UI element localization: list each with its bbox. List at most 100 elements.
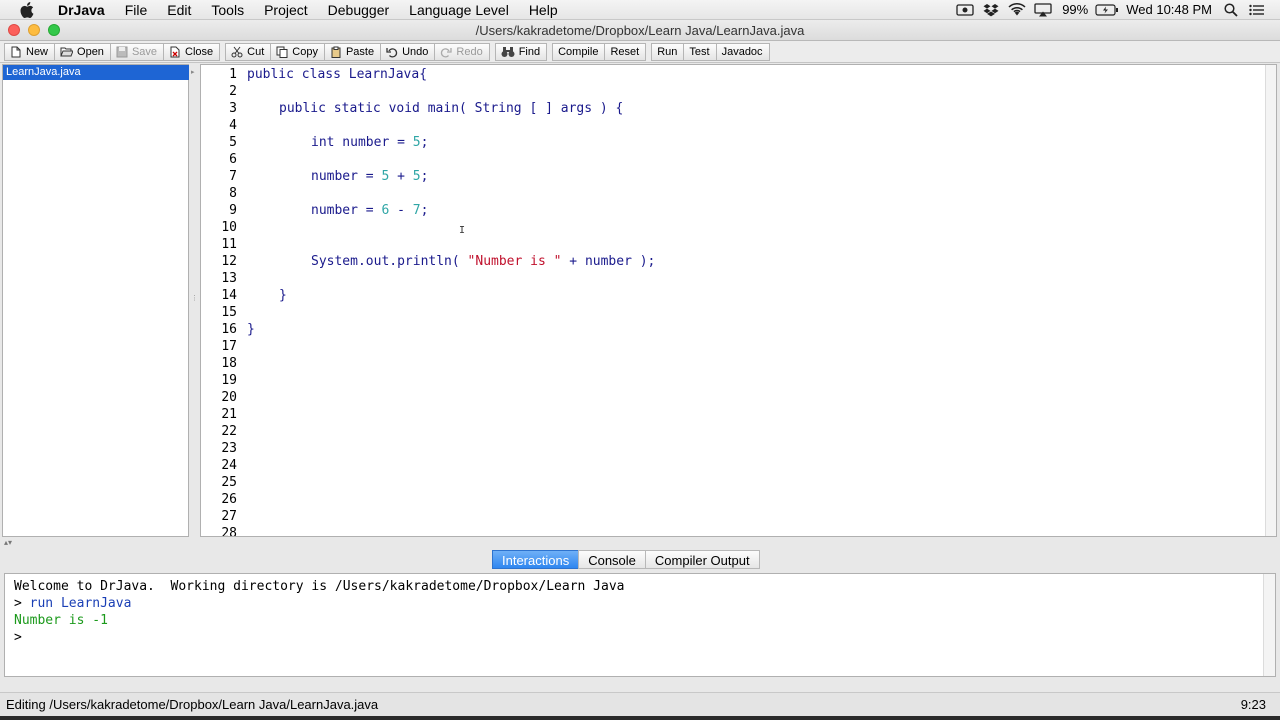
run-button[interactable]: Run xyxy=(651,42,685,61)
menu-help[interactable]: Help xyxy=(519,2,568,18)
window-zoom-button[interactable] xyxy=(48,24,60,36)
code-text: number = xyxy=(334,135,413,150)
code-number: 7 xyxy=(412,203,421,218)
close-button-label: Close xyxy=(185,45,214,58)
paste-button-label: Paste xyxy=(345,45,375,58)
folder-open-icon xyxy=(60,47,74,57)
window-title: /Users/kakradetome/Dropbox/Learn Java/Le… xyxy=(475,22,805,38)
menu-project[interactable]: Project xyxy=(254,2,318,18)
code-line-16: } xyxy=(247,321,255,338)
close-button[interactable]: Close xyxy=(163,42,221,61)
find-button-label: Find xyxy=(518,45,541,58)
console-output-line: Number is -1 xyxy=(14,613,108,628)
save-button-label: Save xyxy=(131,45,158,58)
code-line-3: public static void main( String [ ] args… xyxy=(279,100,623,117)
text-cursor-icon: I xyxy=(459,225,466,236)
undo-button[interactable]: Undo xyxy=(380,42,436,61)
vertical-splitter[interactable]: ▸ ⋮ xyxy=(190,64,199,537)
redo-button[interactable]: Redo xyxy=(434,42,490,61)
window-minimize-button[interactable] xyxy=(28,24,40,36)
undo-icon xyxy=(386,47,398,58)
code-text: + number ); xyxy=(561,254,656,269)
line-number: 12 xyxy=(221,254,237,269)
reset-button[interactable]: Reset xyxy=(604,42,647,61)
javadoc-button[interactable]: Javadoc xyxy=(715,42,770,61)
new-button[interactable]: New xyxy=(4,42,56,61)
menu-language-level[interactable]: Language Level xyxy=(399,2,519,18)
copy-button-label: Copy xyxy=(292,45,318,58)
line-number: 10 xyxy=(221,220,237,235)
line-number: 17 xyxy=(221,339,237,354)
horizontal-splitter[interactable]: ▴▾ xyxy=(0,537,1280,549)
line-number: 4 xyxy=(229,118,237,133)
code-string: "Number is " xyxy=(467,254,562,269)
tab-console[interactable]: Console xyxy=(578,550,646,569)
menu-debugger[interactable]: Debugger xyxy=(318,2,400,18)
console-command-line: > run LearnJava xyxy=(14,595,1266,612)
open-button[interactable]: Open xyxy=(54,42,111,61)
line-number: 8 xyxy=(229,186,237,201)
copy-button[interactable]: Copy xyxy=(270,42,325,61)
menu-file[interactable]: File xyxy=(115,2,158,18)
tab-compiler-output[interactable]: Compiler Output xyxy=(644,550,760,569)
code-keyword: public class xyxy=(247,67,341,82)
line-number: 15 xyxy=(221,305,237,320)
undo-button-label: Undo xyxy=(402,45,429,58)
tab-interactions[interactable]: Interactions xyxy=(492,550,580,569)
window-title-bar[interactable]: /Users/kakradetome/Dropbox/Learn Java/Le… xyxy=(0,20,1280,41)
toolbar: New Open Save Close Cut Copy Paste Undo … xyxy=(0,41,1280,63)
line-number: 7 xyxy=(229,169,237,184)
test-button[interactable]: Test xyxy=(683,42,717,61)
code-line-12: System.out.println( "Number is " + numbe… xyxy=(311,253,655,270)
line-number: 14 xyxy=(221,288,237,303)
line-number: 1 xyxy=(229,67,237,82)
compile-button[interactable]: Compile xyxy=(552,42,606,61)
interactions-pane[interactable]: Welcome to DrJava. Working directory is … xyxy=(4,573,1276,677)
reset-button-label: Reset xyxy=(610,45,640,58)
dropbox-icon[interactable] xyxy=(978,0,1004,20)
line-number: 22 xyxy=(221,424,237,439)
splitter-grip-icon[interactable]: ⋮ xyxy=(191,294,198,302)
javadoc-button-label: Javadoc xyxy=(721,45,763,58)
save-button[interactable]: Save xyxy=(109,42,165,61)
find-button[interactable]: Find xyxy=(494,42,548,61)
status-bar: Editing /Users/kakradetome/Dropbox/Learn… xyxy=(0,692,1280,716)
window-close-button[interactable] xyxy=(8,24,20,36)
paste-button[interactable]: Paste xyxy=(323,42,382,61)
battery-percent: 99% xyxy=(1062,2,1089,17)
notification-center-icon[interactable] xyxy=(1244,0,1270,20)
console-input-prompt[interactable]: > xyxy=(14,629,1266,646)
console-scrollbar[interactable] xyxy=(1263,574,1275,676)
menu-edit[interactable]: Edit xyxy=(157,2,201,18)
code-text: } xyxy=(247,322,255,337)
splitter-collapse-icon[interactable]: ▴▾ xyxy=(4,538,12,547)
battery-icon[interactable] xyxy=(1094,0,1120,20)
line-number: 9 xyxy=(229,203,237,218)
editor-scrollbar[interactable] xyxy=(1265,65,1276,536)
code-text: } xyxy=(279,288,287,303)
code-editor[interactable]: 1 2 3 4 5 6 7 8 9 10 11 12 13 14 15 16 1… xyxy=(200,64,1277,537)
line-number: 6 xyxy=(229,152,237,167)
menu-clock[interactable]: Wed 10:48 PM xyxy=(1120,2,1218,17)
spotlight-search-icon[interactable] xyxy=(1218,0,1244,20)
document-list-item[interactable]: LearnJava.java xyxy=(3,65,189,80)
airplay-icon[interactable] xyxy=(1030,0,1056,20)
screen-record-icon[interactable] xyxy=(952,0,978,20)
menu-tools[interactable]: Tools xyxy=(201,2,254,18)
code-text: - xyxy=(389,203,413,218)
splitter-right-arrow-icon[interactable]: ▸ xyxy=(191,68,195,76)
code-text: ; xyxy=(420,135,429,150)
scissors-icon xyxy=(231,46,243,57)
menu-app-name[interactable]: DrJava xyxy=(50,2,115,18)
code-text: System.out.println( xyxy=(311,254,468,269)
code-text: ; xyxy=(420,169,429,184)
bottom-pane-tabs: Interactions Console Compiler Output xyxy=(492,550,760,569)
apple-icon[interactable] xyxy=(20,1,38,18)
line-number: 23 xyxy=(221,441,237,456)
new-button-label: New xyxy=(26,45,49,58)
code-keyword: public static void xyxy=(279,101,420,116)
line-number: 26 xyxy=(221,492,237,507)
line-number: 20 xyxy=(221,390,237,405)
cut-button[interactable]: Cut xyxy=(225,42,272,61)
wifi-icon[interactable] xyxy=(1004,0,1030,20)
